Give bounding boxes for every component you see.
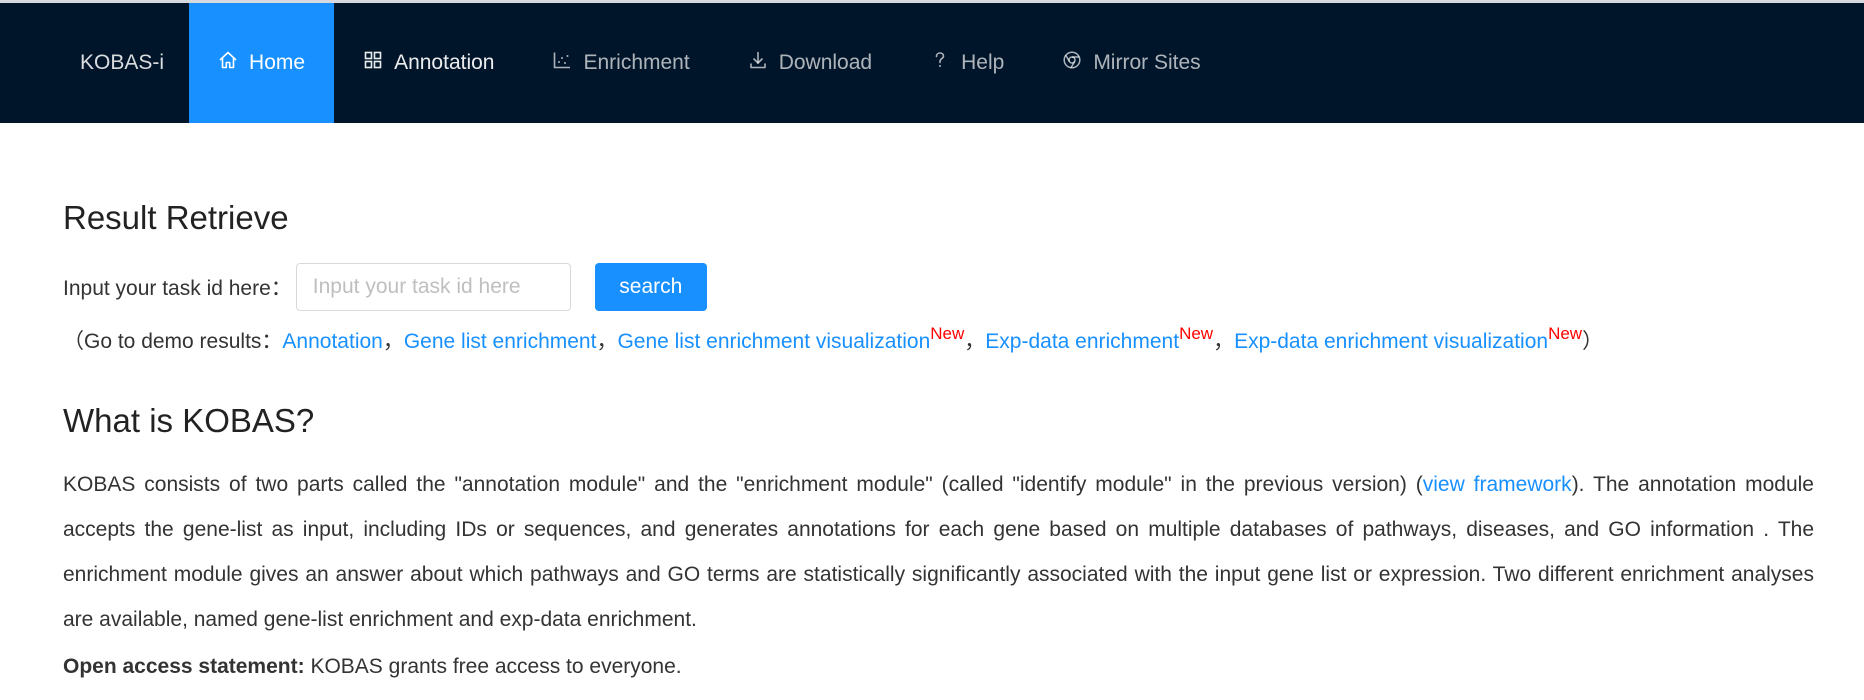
download-icon: [748, 50, 768, 76]
top-navbar: KOBAS-i Home Annotation Enrichment Downl…: [0, 3, 1864, 123]
nav-item-mirror-sites[interactable]: Mirror Sites: [1033, 3, 1229, 123]
nav-item-label: Download: [778, 51, 873, 74]
scatter-chart-icon: [552, 50, 572, 76]
task-id-label: Input your task id here：: [63, 277, 292, 300]
new-badge: New: [930, 324, 965, 343]
new-badge: New: [1179, 324, 1214, 343]
demo-link-exp-data-enrichment[interactable]: Exp-data enrichment: [985, 330, 1179, 353]
demo-link-annotation[interactable]: Annotation: [282, 330, 382, 353]
nav-item-annotation[interactable]: Annotation: [334, 3, 523, 123]
kobas-description: KOBAS consists of two parts called the "…: [63, 462, 1814, 642]
nav-item-enrichment[interactable]: Enrichment: [523, 3, 718, 123]
description-text: KOBAS consists of two parts called the "…: [63, 473, 1423, 496]
site-logo[interactable]: KOBAS-i: [55, 3, 189, 123]
open-access-statement: Open access statement: KOBAS grants free…: [63, 655, 1814, 679]
description-text: ). The annotation module accepts the gen…: [63, 473, 1814, 631]
nav-item-label: Home: [249, 51, 306, 74]
question-icon: [930, 50, 950, 76]
nav-item-label: Mirror Sites: [1093, 51, 1201, 74]
chrome-icon: [1062, 50, 1082, 76]
statement-text: KOBAS grants free access to everyone.: [304, 655, 682, 678]
demo-link-gene-list-enrichment-visualization[interactable]: Gene list enrichment visualization: [617, 330, 930, 353]
nav-item-label: Enrichment: [583, 51, 690, 74]
nav-item-label: Annotation: [394, 51, 495, 74]
search-button[interactable]: search: [594, 263, 707, 311]
what-is-kobas-title: What is KOBAS?: [63, 402, 315, 439]
demo-suffix: ）: [1582, 330, 1604, 353]
statement-label: Open access statement:: [63, 655, 305, 678]
demo-separator: ，: [596, 330, 618, 353]
demo-separator: ，: [382, 330, 404, 353]
grid-icon: [363, 50, 383, 76]
main-content: Result Retrieve Input your task id here：…: [0, 123, 1864, 679]
nav-item-home[interactable]: Home: [189, 3, 335, 123]
demo-link-exp-data-enrichment-visualization[interactable]: Exp-data enrichment visualization: [1234, 330, 1548, 353]
demo-link-gene-list-enrichment[interactable]: Gene list enrichment: [404, 330, 597, 353]
home-icon: [218, 50, 238, 76]
result-retrieve-title: Result Retrieve: [63, 199, 289, 236]
demo-separator: ，: [1213, 330, 1235, 353]
nav-item-label: Help: [961, 51, 1005, 74]
demo-prefix: （Go to demo results：: [63, 330, 283, 353]
task-search-form: Input your task id here： search: [63, 263, 1814, 311]
new-badge: New: [1548, 324, 1583, 343]
demo-results-line: （Go to demo results：Annotation，Gene list…: [63, 325, 1814, 355]
task-id-input[interactable]: [295, 263, 571, 311]
demo-separator: ，: [964, 330, 986, 353]
view-framework-link[interactable]: view framework: [1423, 473, 1572, 496]
nav-item-download[interactable]: Download: [719, 3, 901, 123]
nav-item-help[interactable]: Help: [901, 3, 1033, 123]
